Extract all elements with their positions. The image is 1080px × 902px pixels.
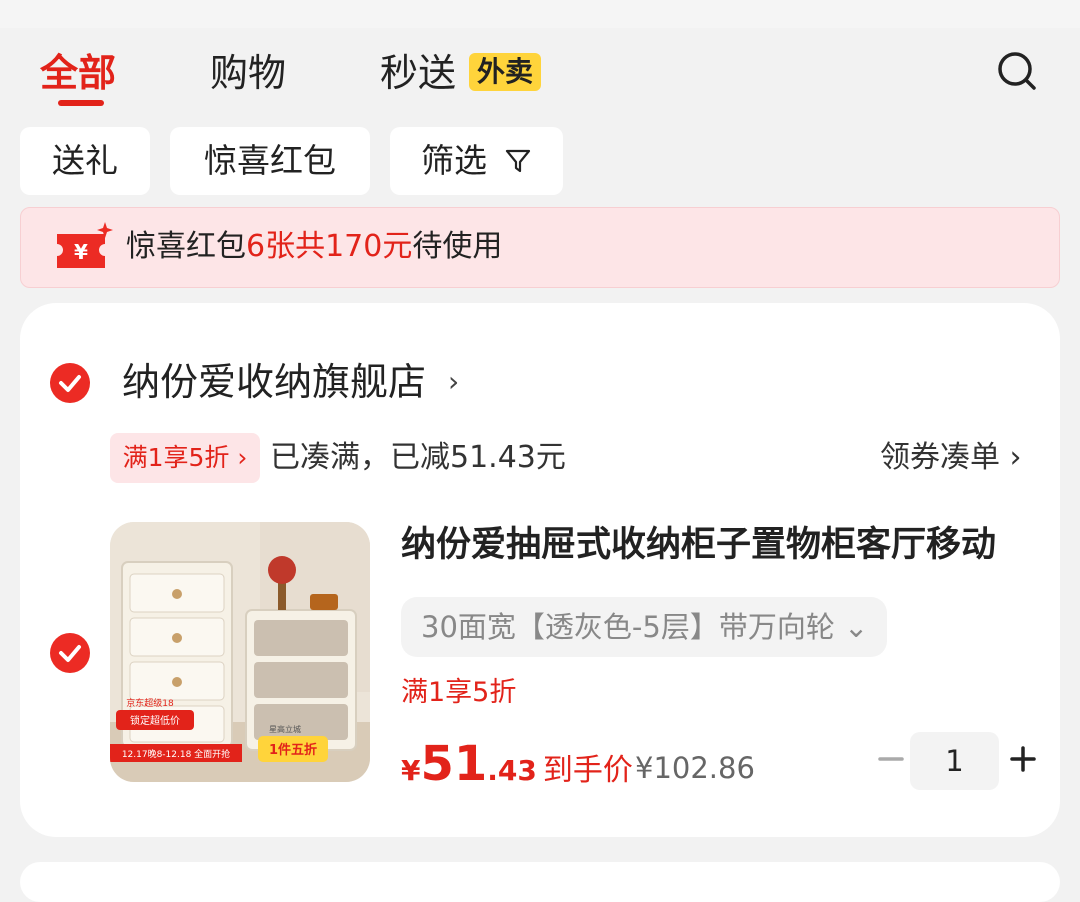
status-strip <box>0 0 1080 28</box>
search-button[interactable] <box>996 50 1040 94</box>
img-badge-discount: 1件五折 <box>269 742 317 758</box>
store-chevron-icon[interactable]: › <box>448 365 459 398</box>
price-integer: 51 <box>420 736 488 792</box>
spec-selector[interactable]: 30面宽【透灰色-5层】带万向轮 ⌄ <box>401 597 887 657</box>
filter-surprise-redpacket[interactable]: 惊喜红包 <box>170 127 370 195</box>
tab-active-indicator <box>58 100 104 106</box>
plus-icon[interactable] <box>1008 744 1038 774</box>
price-decimal: .43 <box>487 754 537 787</box>
quantity-field[interactable]: 1 <box>910 732 999 790</box>
store-select-checkbox[interactable] <box>50 363 90 403</box>
tab-instant-delivery[interactable]: 秒送 <box>380 48 456 98</box>
coupon-suffix: 待使用 <box>412 229 503 264</box>
coupon-highlight: 6张共170元 <box>246 229 413 264</box>
filter-label: 筛选 <box>421 141 487 180</box>
filter-button[interactable]: 筛选 <box>390 127 563 195</box>
coupon-banner[interactable]: ¥ 惊喜红包6张共170元待使用 <box>20 207 1060 288</box>
product-image[interactable]: 锁定超低价 12.17晚8-12.18 全面开抢 1件五折 京东超级18 星高立… <box>110 522 370 782</box>
svg-text:¥: ¥ <box>74 240 88 264</box>
promo-tag[interactable]: 满1享5折 › <box>110 433 260 483</box>
product-illustration: 锁定超低价 12.17晚8-12.18 全面开抢 1件五折 京东超级18 星高立… <box>110 522 370 782</box>
tab-shopping[interactable]: 购物 <box>210 48 286 98</box>
coupon-prefix: 惊喜红包 <box>126 229 246 264</box>
store-name[interactable]: 纳份爱收纳旗舰店 <box>122 357 426 407</box>
coupon-banner-text: 惊喜红包6张共170元待使用 <box>126 226 502 268</box>
img-badge-time: 12.17晚8-12.18 全面开抢 <box>122 748 230 760</box>
img-badge-corner: 京东超级18 <box>126 697 174 709</box>
minus-icon[interactable] <box>876 744 906 774</box>
next-store-card <box>20 862 1060 902</box>
original-price: ¥102.86 <box>635 751 755 785</box>
filter-gift[interactable]: 送礼 <box>20 127 150 195</box>
item-promo-label: 满1享5折 <box>401 677 517 708</box>
item-select-checkbox[interactable] <box>50 633 90 673</box>
filter-icon <box>505 149 531 173</box>
search-icon <box>998 52 1036 90</box>
cart-store-card: 纳份爱收纳旗舰店 › 满1享5折 › 已凑满，已减51.43元 领券凑单 › 锁… <box>20 303 1060 837</box>
check-icon <box>59 375 81 392</box>
product-title[interactable]: 纳份爱抽屉式收纳柜子置物柜客厅移动 <box>401 521 996 569</box>
promo-status-text: 已凑满，已减51.43元 <box>270 440 566 475</box>
tab-all[interactable]: 全部 <box>40 48 116 98</box>
price-symbol: ¥ <box>401 754 421 787</box>
price-label: 到手价 <box>542 753 633 788</box>
price-row: ¥51.43 到手价 <box>401 736 633 792</box>
img-badge-store: 星高立城 <box>269 724 301 734</box>
collect-coupon-link[interactable]: 领券凑单 › <box>880 437 1022 479</box>
check-icon <box>59 645 81 662</box>
coupon-icon: ¥ <box>57 222 113 268</box>
waimai-badge[interactable]: 外卖 <box>469 53 541 91</box>
img-badge-lock: 锁定超低价 <box>130 714 180 727</box>
